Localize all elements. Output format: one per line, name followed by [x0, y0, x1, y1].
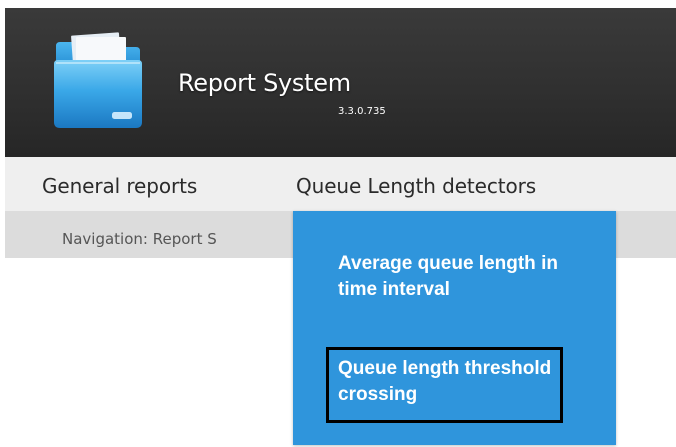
menu-item-queue-length-detectors[interactable]: Queue Length detectors	[296, 174, 536, 198]
queue-length-dropdown-menu: Average queue length in time interval Qu…	[293, 211, 616, 445]
dropdown-item-queue-length-threshold-crossing[interactable]: Queue length threshold crossing	[338, 356, 578, 408]
app-version: 3.3.0.735	[338, 106, 386, 117]
navigation-breadcrumb: Navigation: Report S	[62, 230, 217, 248]
folder-icon	[54, 32, 142, 128]
dropdown-item-average-queue-length[interactable]: Average queue length in time interval	[338, 251, 558, 303]
page: Report System 3.3.0.735 General reports …	[0, 0, 676, 447]
app-title: Report System	[178, 69, 351, 97]
menu-item-general-reports[interactable]: General reports	[42, 174, 197, 198]
